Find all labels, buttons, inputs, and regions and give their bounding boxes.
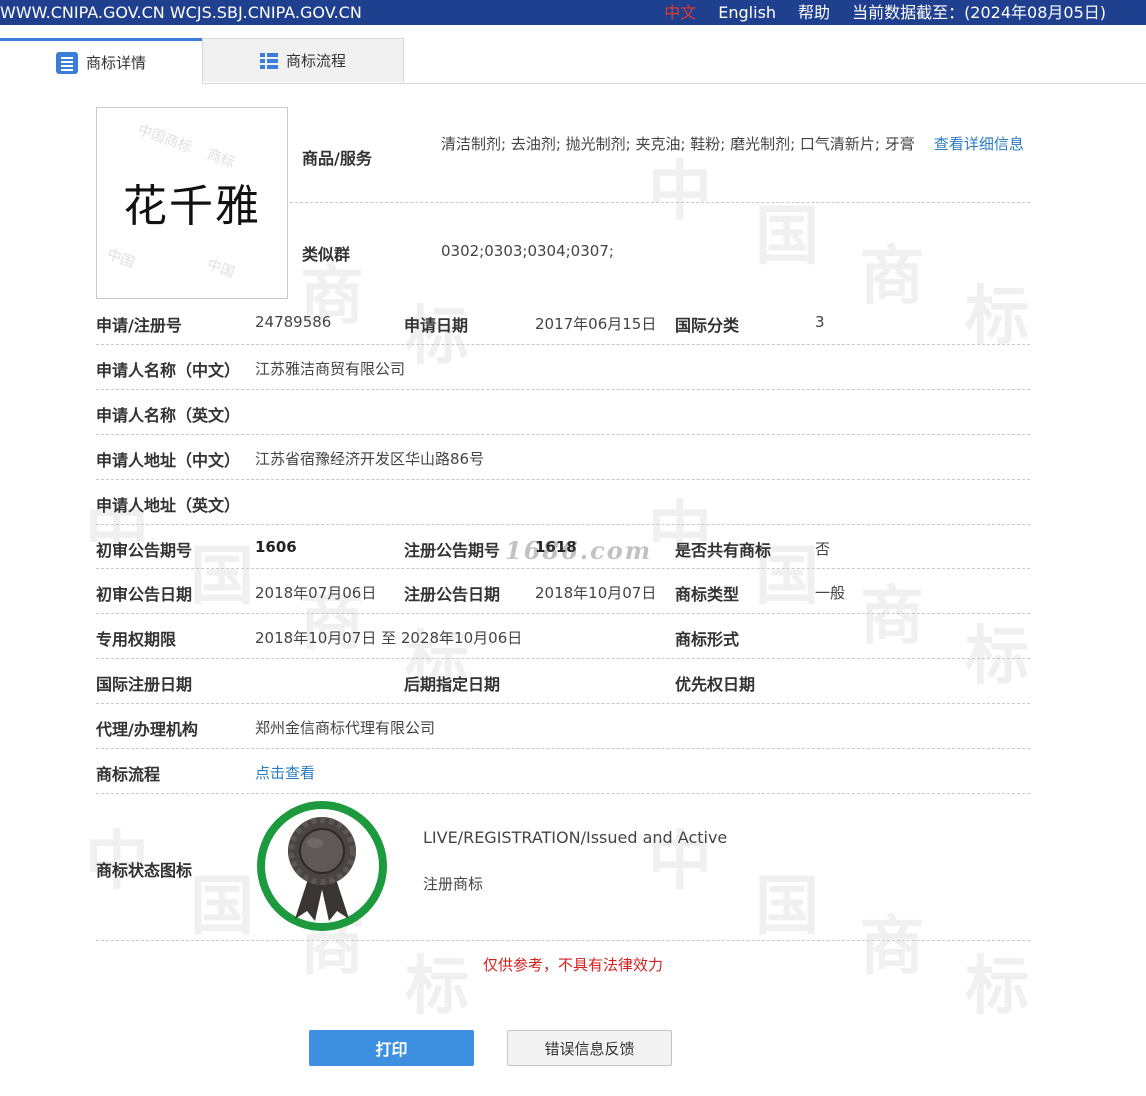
tab-flow-label: 商标流程 (285, 52, 346, 70)
intl-reg-date-label: 国际注册日期 (96, 675, 193, 694)
tab-trademark-flow[interactable]: 商标流程 (202, 38, 404, 82)
image-watermark: 中国 (104, 246, 137, 272)
error-feedback-button[interactable]: 错误信息反馈 (507, 1030, 672, 1066)
print-button[interactable]: 打印 (309, 1030, 474, 1066)
tm-type-value: 一般 (815, 584, 846, 602)
image-watermark: 中国商标 (135, 121, 194, 157)
process-label: 商标流程 (96, 765, 161, 784)
agent-value: 郑州金信商标代理有限公司 (255, 719, 436, 737)
reg-notice-date-label: 注册公告日期 (404, 585, 501, 604)
overlay-watermark: 1686.com (505, 536, 653, 565)
reg-notice-no-label: 注册公告期号 (404, 541, 501, 560)
image-watermark: 中国 (204, 256, 237, 282)
top-bar-links: 中文 English 帮助 当前数据截至：(2024年08月05日) (664, 0, 1106, 25)
background-watermark: 标 (965, 279, 1029, 354)
divider (96, 748, 1030, 749)
shared-tm-value: 否 (815, 540, 831, 558)
address-cn-label: 申请人地址（中文） (96, 451, 241, 470)
data-date-text: 当前数据截至：(2024年08月05日) (852, 3, 1106, 22)
background-watermark: 国 (755, 199, 819, 274)
view-detail-link[interactable]: 查看详细信息 (934, 135, 1024, 153)
registered-badge-icon (257, 801, 387, 931)
applicant-en-label: 申请人名称（英文） (96, 406, 241, 425)
divider (96, 568, 1030, 569)
apply-date-value: 2017年06月15日 (535, 315, 657, 333)
trademark-logo-text: 花千雅 (123, 181, 261, 232)
prelim-no-value: 1606 (255, 538, 297, 556)
divider (96, 703, 1030, 704)
document-icon (55, 51, 78, 74)
divider (96, 479, 1030, 480)
tm-type-label: 商标类型 (675, 585, 740, 604)
language-english-link[interactable]: English (718, 0, 776, 25)
apply-date-label: 申请日期 (404, 316, 469, 335)
image-watermark: 商标 (204, 146, 237, 172)
prelim-date-value: 2018年07月06日 (255, 584, 377, 602)
goods-value: 清洁制剂; 去油剂; 抛光制剂; 夹克油; 鞋粉; 磨光制剂; 口气清新片; 牙… (441, 123, 1031, 166)
intl-class-value: 3 (815, 313, 825, 331)
help-link[interactable]: 帮助 (798, 0, 830, 25)
later-date-label: 后期指定日期 (404, 675, 501, 694)
shared-tm-label: 是否共有商标 (675, 541, 772, 560)
language-chinese-link[interactable]: 中文 (664, 0, 696, 25)
divider (96, 434, 1030, 435)
prelim-date-label: 初审公告日期 (96, 585, 193, 604)
divider (96, 344, 1030, 345)
background-watermark: 国 (755, 869, 819, 944)
divider (96, 793, 1030, 794)
divider (96, 524, 1030, 525)
top-bar: WWW.CNIPA.GOV.CN WCJS.SBJ.CNIPA.GOV.CN 中… (0, 0, 1146, 25)
background-watermark: 商 (860, 579, 924, 654)
exclusive-period-value: 2018年10月07日 至 2028年10月06日 (255, 629, 523, 647)
list-icon (259, 52, 278, 70)
goods-label: 商品/服务 (302, 149, 372, 168)
reg-no-value: 24789586 (255, 313, 332, 331)
status-english: LIVE/REGISTRATION/Issued and Active (423, 828, 728, 847)
legal-disclaimer: 仅供参考，不具有法律效力 (482, 956, 663, 974)
similar-group-value: 0302;0303;0304;0307; (441, 242, 614, 260)
intl-class-label: 国际分类 (675, 316, 740, 335)
exclusive-period-label: 专用权期限 (96, 630, 177, 649)
divider (96, 389, 1030, 390)
prelim-no-label: 初审公告期号 (96, 541, 193, 560)
goods-list: 清洁制剂; 去油剂; 抛光制剂; 夹克油; 鞋粉; 磨光制剂; 口气清新片; 牙… (441, 135, 915, 153)
status-chinese: 注册商标 (423, 875, 484, 893)
reg-no-label: 申请/注册号 (96, 316, 182, 335)
reg-notice-date-value: 2018年10月07日 (535, 584, 657, 602)
site-domains: WWW.CNIPA.GOV.CN WCJS.SBJ.CNIPA.GOV.CN (0, 3, 362, 22)
background-watermark: 国 (190, 539, 254, 614)
background-watermark: 国 (190, 869, 254, 944)
tab-trademark-detail[interactable]: 商标详情 (0, 38, 202, 84)
process-view-link[interactable]: 点击查看 (255, 762, 315, 783)
applicant-cn-value: 江苏雅洁商贸有限公司 (255, 360, 406, 378)
background-watermark: 中 (648, 154, 712, 229)
tab-detail-label: 商标详情 (85, 54, 146, 72)
similar-group-label: 类似群 (302, 245, 351, 264)
agent-label: 代理/办理机构 (96, 720, 198, 739)
address-cn-value: 江苏省宿豫经济开发区华山路86号 (255, 450, 485, 468)
divider (96, 658, 1030, 659)
tm-form-label: 商标形式 (675, 630, 740, 649)
priority-date-label: 优先权日期 (675, 675, 756, 694)
applicant-cn-label: 申请人名称（中文） (96, 361, 241, 380)
divider (96, 613, 1030, 614)
trademark-image: 中国商标 商标 中国 中国 花千雅 (96, 107, 288, 299)
tab-bar: 商标详情 商标流程 (0, 38, 1146, 84)
status-icon-label: 商标状态图标 (96, 861, 193, 880)
background-watermark: 标 (965, 619, 1029, 694)
divider (290, 202, 1030, 203)
divider (96, 940, 1030, 941)
address-en-label: 申请人地址（英文） (96, 496, 241, 515)
background-watermark: 商 (860, 239, 924, 314)
